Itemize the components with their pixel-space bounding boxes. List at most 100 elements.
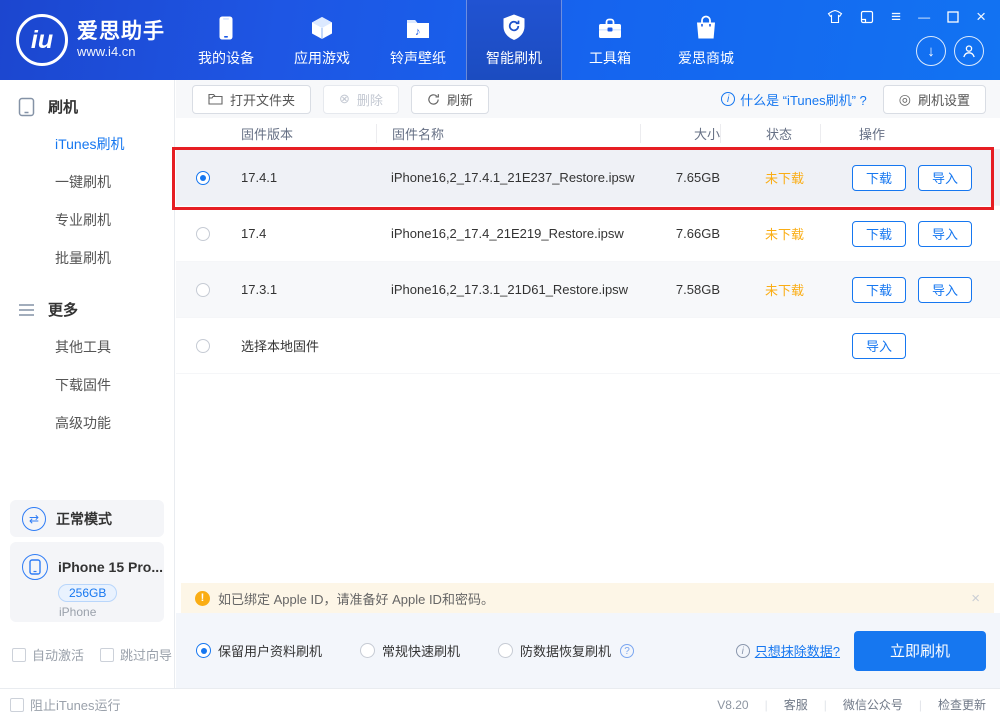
erase-link-label: 只想抹除数据?	[755, 641, 840, 660]
radio-icon	[498, 643, 513, 658]
device-icon	[215, 13, 237, 41]
menu-icon[interactable]: ≡	[891, 9, 901, 25]
mini-mode-icon[interactable]	[860, 10, 874, 24]
sidebar-item-onekey-flash[interactable]: 一键刷机	[0, 163, 174, 201]
help-link-label: 什么是 “iTunes刷机” ?	[740, 90, 867, 109]
svg-text:♪: ♪	[415, 26, 421, 38]
import-button[interactable]: 导入	[918, 165, 972, 191]
download-circle-icon[interactable]: ↓	[916, 36, 946, 66]
checkbox-label: 跳过向导	[120, 645, 172, 664]
local-firmware-row[interactable]: 选择本地固件 导入	[176, 318, 1000, 374]
firmware-version: 17.4	[226, 226, 376, 241]
tab-label: 我的设备	[198, 48, 254, 68]
firmware-row-17-3-1[interactable]: 17.3.1 iPhone16,2_17.3.1_21D61_Restore.i…	[176, 262, 1000, 318]
device-type: iPhone	[59, 605, 164, 619]
firmware-size: 7.58GB	[640, 282, 720, 297]
normal-fast-flash-radio[interactable]: 常规快速刷机	[360, 641, 460, 660]
sidebar-item-other-tools[interactable]: 其他工具	[0, 328, 174, 366]
notice-close-icon[interactable]: ×	[971, 590, 980, 607]
tab-apps-games[interactable]: 应用游戏	[274, 0, 370, 80]
device-capacity-badge: 256GB	[58, 584, 117, 602]
erase-data-link[interactable]: i 只想抹除数据?	[736, 641, 840, 660]
delete-icon: ⊗	[339, 91, 350, 107]
block-itunes-checkbox[interactable]: 阻止iTunes运行	[10, 695, 121, 714]
col-action: 操作	[820, 124, 990, 143]
block-itunes-label: 阻止iTunes运行	[30, 695, 121, 714]
keep-userdata-radio[interactable]: 保留用户资料刷机	[196, 641, 322, 660]
tab-store[interactable]: 爱思商城	[658, 0, 754, 80]
maximize-icon[interactable]	[947, 11, 959, 23]
flash-options-bar: 保留用户资料刷机 常规快速刷机 防数据恢复刷机 ? i 只想抹除数据? 立即刷机	[176, 613, 1000, 688]
firmware-row-17-4[interactable]: 17.4 iPhone16,2_17.4_21E219_Restore.ipsw…	[176, 206, 1000, 262]
col-size: 大小	[640, 124, 720, 143]
delete-button[interactable]: ⊗ 删除	[323, 85, 399, 114]
tab-toolbox[interactable]: 工具箱	[562, 0, 658, 80]
tab-my-device[interactable]: 我的设备	[178, 0, 274, 80]
device-card[interactable]: iPhone 15 Pro... 256GB iPhone	[10, 542, 164, 622]
import-button[interactable]: 导入	[852, 333, 906, 359]
sidebar-section-more[interactable]: 更多	[0, 283, 174, 328]
logo-mark-icon: iu	[16, 14, 68, 66]
radio-selected[interactable]	[196, 171, 210, 185]
phone-icon	[18, 97, 35, 117]
download-button[interactable]: 下载	[852, 277, 906, 303]
tab-ringtones[interactable]: ♪ 铃声壁纸	[370, 0, 466, 80]
check-update-link[interactable]: 检查更新	[938, 696, 986, 713]
checkbox-icon	[10, 698, 24, 712]
skin-icon[interactable]	[827, 10, 843, 24]
customer-service-link[interactable]: 客服	[784, 696, 808, 713]
flash-settings-button[interactable]: ◎ 刷机设置	[883, 85, 986, 114]
radio-unselected[interactable]	[196, 227, 210, 241]
info-icon: i	[721, 92, 735, 106]
delete-label: 删除	[357, 90, 383, 109]
import-button[interactable]: 导入	[918, 221, 972, 247]
firmware-name: iPhone16,2_17.3.1_21D61_Restore.ipsw	[376, 282, 640, 297]
download-button[interactable]: 下载	[852, 221, 906, 247]
sidebar-item-batch-flash[interactable]: 批量刷机	[0, 239, 174, 277]
checkbox-label: 自动激活	[32, 645, 84, 664]
device-mode-card[interactable]: ⇄ 正常模式	[10, 500, 164, 537]
auto-activate-checkbox[interactable]: 自动激活	[12, 645, 84, 664]
checkbox-icon	[100, 648, 114, 662]
main-nav: 我的设备 应用游戏 ♪ 铃声壁纸 智能刷机 工具箱	[178, 0, 754, 80]
divider: |	[765, 698, 768, 712]
radio-label: 常规快速刷机	[382, 641, 460, 660]
radio-unselected[interactable]	[196, 339, 210, 353]
tab-label: 工具箱	[589, 48, 631, 68]
mode-label: 正常模式	[56, 509, 112, 529]
skip-wizard-checkbox[interactable]: 跳过向导	[100, 645, 172, 664]
flash-settings-label: 刷机设置	[918, 90, 970, 109]
flash-now-button[interactable]: 立即刷机	[854, 631, 986, 671]
info-icon: i	[736, 644, 750, 658]
radio-unselected[interactable]	[196, 283, 210, 297]
refresh-button[interactable]: 刷新	[411, 85, 489, 114]
apple-id-notice-bar: ! 如已绑定 Apple ID，请准备好 Apple ID和密码。 ×	[181, 583, 994, 613]
status-bar: 阻止iTunes运行 V8.20 | 客服 | 微信公众号 | 检查更新	[0, 688, 1000, 720]
firmware-row-17-4-1[interactable]: 17.4.1 iPhone16,2_17.4.1_21E237_Restore.…	[176, 150, 1000, 206]
divider: |	[919, 698, 922, 712]
app-header: iu 爱思助手 www.i4.cn 我的设备 应用游戏 ♪ 铃声壁纸	[0, 0, 1000, 80]
import-button[interactable]: 导入	[918, 277, 972, 303]
firmware-size: 7.66GB	[640, 226, 720, 241]
app-url: www.i4.cn	[77, 45, 165, 60]
download-button[interactable]: 下载	[852, 165, 906, 191]
open-folder-button[interactable]: 打开文件夹	[192, 85, 311, 114]
tab-label: 应用游戏	[294, 48, 350, 68]
sidebar-section-flash[interactable]: 刷机	[0, 80, 174, 125]
wechat-account-link[interactable]: 微信公众号	[843, 696, 903, 713]
sidebar-item-advanced[interactable]: 高级功能	[0, 404, 174, 442]
question-icon[interactable]: ?	[620, 644, 634, 658]
minimize-icon[interactable]: —	[918, 9, 930, 25]
sidebar-item-pro-flash[interactable]: 专业刷机	[0, 201, 174, 239]
user-circle-icon[interactable]	[954, 36, 984, 66]
what-is-itunes-flash-link[interactable]: i 什么是 “iTunes刷机” ?	[721, 90, 867, 109]
sidebar-item-download-firmware[interactable]: 下载固件	[0, 366, 174, 404]
section-title: 刷机	[48, 96, 78, 117]
section-title: 更多	[48, 299, 78, 320]
anti-recovery-radio[interactable]: 防数据恢复刷机 ?	[498, 641, 634, 660]
tab-smart-flash[interactable]: 智能刷机	[466, 0, 562, 80]
firmware-version: 17.3.1	[226, 282, 376, 297]
sidebar-item-itunes-flash[interactable]: iTunes刷机	[0, 125, 174, 163]
close-icon[interactable]: ×	[976, 9, 986, 25]
col-firmware-name: 固件名称	[376, 124, 640, 143]
